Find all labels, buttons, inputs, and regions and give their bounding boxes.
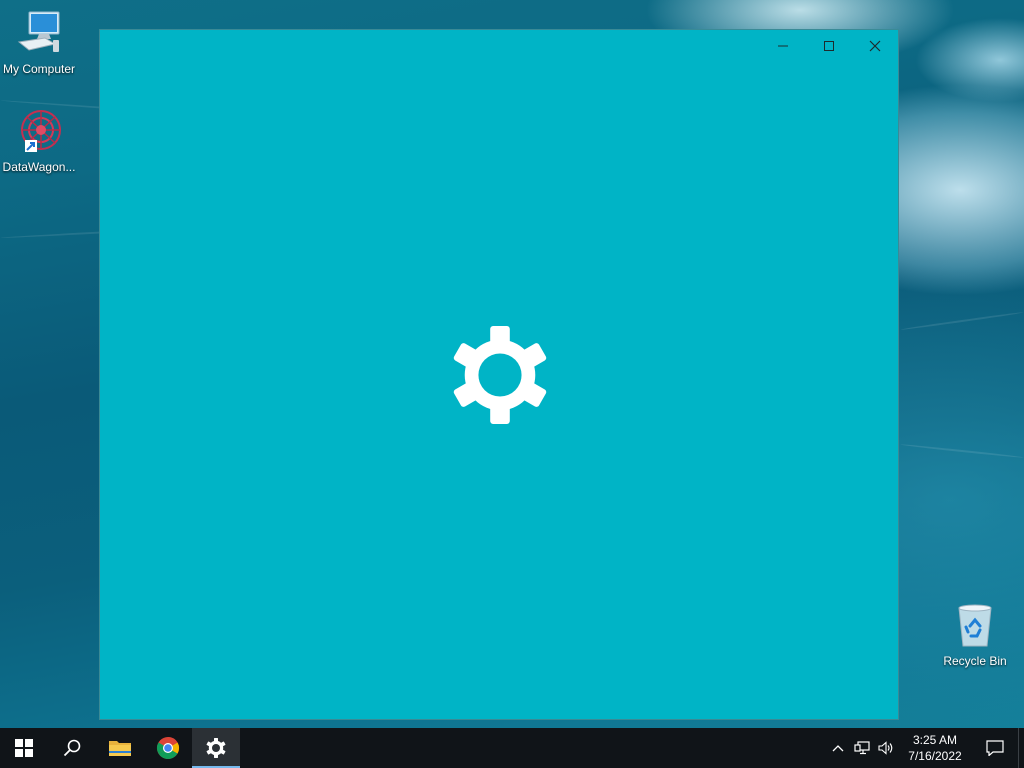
show-desktop-button[interactable] xyxy=(1018,728,1024,768)
search-button[interactable] xyxy=(48,728,96,768)
show-hidden-icons-button[interactable] xyxy=(826,728,850,768)
taskbar: 3:25 AM 7/16/2022 xyxy=(0,728,1024,768)
desktop-icon-datawagon[interactable]: DataWagon... xyxy=(0,108,79,174)
windows-logo-icon xyxy=(15,739,33,757)
clock-date: 7/16/2022 xyxy=(908,749,962,763)
desktop-icon-label: Recycle Bin xyxy=(943,654,1007,668)
clock[interactable]: 3:25 AM 7/16/2022 xyxy=(898,728,972,768)
gear-icon xyxy=(453,326,547,424)
search-icon xyxy=(63,739,81,757)
volume-icon xyxy=(878,741,893,755)
start-button[interactable] xyxy=(0,728,48,768)
chrome-button[interactable] xyxy=(144,728,192,768)
settings-window[interactable] xyxy=(99,29,899,720)
wallpaper-wave xyxy=(900,443,1024,459)
close-icon xyxy=(869,40,881,52)
window-title-controls xyxy=(760,30,898,62)
desktop-icon-label: DataWagon... xyxy=(2,160,76,174)
network-icon xyxy=(854,741,870,755)
settings-taskbar-button[interactable] xyxy=(192,728,240,768)
computer-icon xyxy=(15,10,63,58)
clock-time: 3:25 AM xyxy=(912,733,958,747)
file-explorer-button[interactable] xyxy=(96,728,144,768)
wallpaper-wave xyxy=(900,311,1024,331)
recycle-bin-icon xyxy=(951,602,999,650)
datawagon-icon xyxy=(15,108,63,156)
desktop-icon-recycle-bin[interactable]: Recycle Bin xyxy=(935,602,1015,668)
chevron-up-icon xyxy=(832,745,844,752)
network-button[interactable] xyxy=(850,728,874,768)
chrome-icon xyxy=(157,737,179,759)
desktop-icon-label: My Computer xyxy=(2,62,76,76)
maximize-icon xyxy=(824,41,834,51)
action-center-icon xyxy=(986,740,1004,756)
maximize-button[interactable] xyxy=(806,30,852,62)
desktop-icon-my-computer[interactable]: My Computer xyxy=(0,10,79,76)
minimize-icon xyxy=(778,45,788,47)
close-button[interactable] xyxy=(852,30,898,62)
minimize-button[interactable] xyxy=(760,30,806,62)
folder-icon xyxy=(109,741,131,756)
gear-icon xyxy=(206,738,226,758)
action-center-button[interactable] xyxy=(972,728,1018,768)
system-tray: 3:25 AM 7/16/2022 xyxy=(826,728,1024,768)
volume-button[interactable] xyxy=(874,728,898,768)
